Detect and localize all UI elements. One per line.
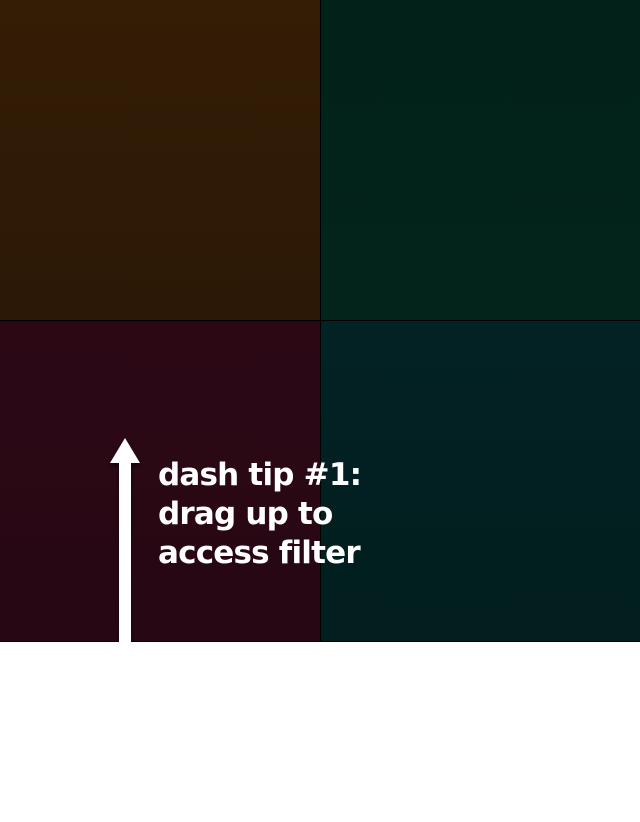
color-tile-top-left[interactable]	[0, 0, 320, 320]
color-tile-top-right[interactable]	[321, 0, 640, 320]
tip-line-title: dash tip #1:	[158, 457, 362, 493]
tip-line-instruction: drag up to	[158, 496, 333, 532]
tip-text: dash tip #1: drag up to access filter	[158, 456, 458, 573]
up-arrow-icon	[110, 438, 140, 644]
blank-footer-area	[0, 642, 640, 822]
tip-line-target: access filter	[158, 535, 361, 571]
